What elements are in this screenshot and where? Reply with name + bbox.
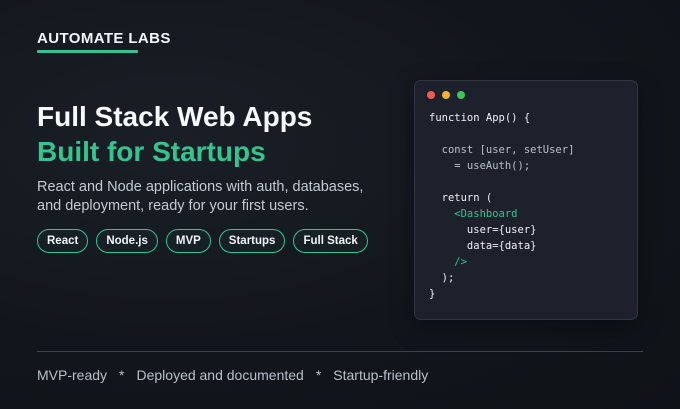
footer: MVP-ready * Deployed and documented * St… (37, 367, 428, 383)
code-line: ); (429, 272, 455, 284)
code-line: = useAuth(); (429, 160, 531, 172)
brand-underline (37, 50, 138, 53)
close-dot-icon (427, 91, 435, 99)
code-line: return ( (429, 192, 493, 204)
tag-react: React (37, 229, 89, 253)
code-block: function App() { const [user, setUser] =… (429, 110, 574, 302)
footer-separator: * (315, 367, 322, 383)
maximize-dot-icon (457, 91, 465, 99)
tag-list: React Node.js MVP Startups Full Stack (37, 229, 368, 253)
code-line: } (429, 288, 436, 300)
brand-name: AUTOMATE LABS (37, 30, 171, 47)
code-line: <Dashboard (429, 208, 518, 220)
page-title: Full Stack Web Apps (37, 101, 313, 132)
tag-nodejs: Node.js (96, 229, 158, 253)
tag-startups: Startups (218, 229, 286, 253)
minimize-dot-icon (442, 91, 450, 99)
tag-mvp: MVP (165, 229, 211, 253)
code-line: function App() { (429, 112, 531, 124)
footer-item-startup-friendly: Startup-friendly (333, 367, 429, 383)
description-line-1: React and Node applications with auth, d… (37, 179, 364, 195)
footer-separator: * (119, 367, 125, 383)
code-line: const [user, setUser] (429, 144, 575, 156)
footer-divider (37, 351, 643, 352)
code-line: data={data} (429, 240, 537, 252)
code-window: function App() { const [user, setUser] =… (414, 80, 638, 320)
code-line: /> (429, 256, 467, 268)
footer-item-mvp-ready: MVP-ready (37, 367, 108, 383)
footer-item-deployed: Deployed and documented (136, 367, 304, 383)
tag-full-stack: Full Stack (293, 229, 368, 253)
description: React and Node applications with auth, d… (37, 178, 367, 216)
page-subtitle: Built for Startups (37, 136, 266, 167)
code-line: user={user} (429, 224, 537, 236)
description-line-2: and deployment, ready for your first use… (37, 198, 309, 214)
